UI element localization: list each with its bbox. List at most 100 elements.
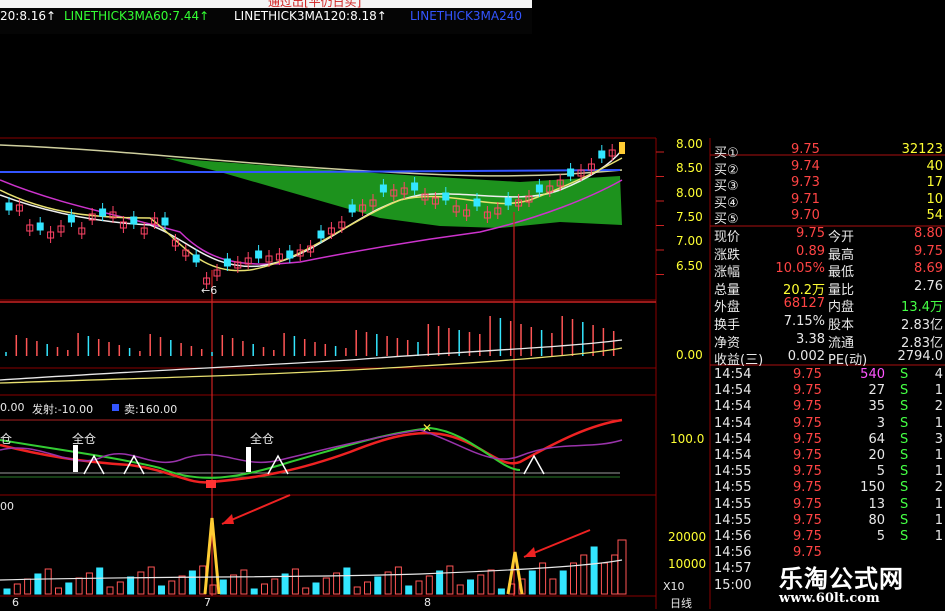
volume-ma	[0, 339, 623, 381]
bottom-bar	[147, 566, 155, 595]
tick-side: S	[900, 448, 909, 463]
tick-time: 14:54	[714, 448, 752, 463]
tick-count: 1	[934, 448, 943, 463]
tick-time: 14:56	[714, 529, 752, 544]
annotation-arrowhead	[524, 547, 536, 557]
tick-time: 14:55	[714, 464, 752, 480]
tick-volume: 64	[868, 431, 885, 447]
order-book-row[interactable]: 买⑤ 9.70 54	[656, 208, 945, 227]
quote-label: 总量	[714, 282, 741, 298]
candle-body	[36, 222, 44, 231]
candle-body	[161, 217, 169, 226]
candle-body	[130, 216, 138, 225]
order-book-row[interactable]: 买③ 9.73 17	[656, 175, 945, 194]
bottom-bar	[106, 586, 114, 595]
full-position-label: 仓	[0, 432, 13, 446]
bottom-bar	[168, 580, 176, 595]
tick-time: 14:54	[714, 367, 752, 382]
tick-time: 14:54	[714, 415, 752, 431]
ma240-label: LINETHICK3MA240	[410, 9, 523, 23]
tick-time: 14:55	[714, 512, 752, 528]
candle-body	[255, 250, 263, 259]
bottom-bar	[446, 565, 454, 595]
tick-side: S	[900, 464, 909, 480]
watermark: 乐淘公式网 www.60lt.com	[757, 557, 945, 609]
order-book-row[interactable]: 买① 9.75 32123	[656, 142, 945, 161]
quote-label: 外盘	[714, 300, 741, 316]
candle-body	[317, 230, 325, 239]
quote-label: 净资	[714, 335, 741, 351]
tick-time: 14:54	[714, 431, 752, 447]
bottom-bar	[24, 578, 32, 595]
bottom-bar	[65, 582, 73, 595]
tick-time: 14:54	[714, 399, 752, 415]
quote-value: 8.80	[914, 226, 943, 241]
bottom-bar	[158, 585, 165, 595]
tick-count: 3	[934, 431, 943, 447]
candle-body	[223, 258, 231, 267]
candle-body	[473, 198, 481, 207]
bottom-ma	[0, 559, 623, 581]
candle-body	[5, 202, 13, 211]
quote-value: 0.89	[796, 243, 825, 259]
bid-level-label: 买⑤	[714, 212, 739, 227]
x-axis-tick: 8	[424, 596, 431, 609]
tick-volume: 150	[860, 480, 885, 496]
bottom-bar	[600, 562, 608, 595]
bottom-bar	[322, 577, 330, 595]
candle-body	[411, 182, 419, 191]
tick-row: 14:55 9.75 5 S 1	[656, 464, 945, 481]
candle-body	[99, 208, 107, 217]
tick-row: 14:54 9.75 35 S 2	[656, 399, 945, 416]
order-book-row[interactable]: 买④ 9.71 10	[656, 191, 945, 211]
bid-quantity: 10	[926, 191, 943, 207]
tick-side: S	[900, 431, 909, 447]
bottom-bar	[394, 566, 402, 595]
tick-price: 9.75	[793, 367, 822, 382]
candle-body	[535, 184, 543, 193]
tick-side: S	[900, 383, 909, 399]
order-book-row[interactable]: 买② 9.74 40	[656, 158, 945, 178]
tick-price: 9.75	[793, 399, 822, 415]
buy-bar	[73, 445, 78, 472]
tick-side: S	[900, 399, 909, 415]
tick-count: 2	[934, 399, 943, 415]
bottom-header-value: 00	[0, 500, 14, 513]
bottom-bar	[137, 571, 145, 595]
signal-cross-icon: ✕	[422, 421, 432, 435]
bid-price: 9.70	[791, 208, 820, 223]
tick-volume: 27	[868, 383, 885, 399]
quote-value: 0.002	[787, 349, 825, 365]
quote-label: 股本	[828, 318, 855, 333]
bottom-bar	[559, 570, 567, 595]
watermark-name: 乐淘公式网	[779, 565, 904, 593]
tick-row: 14:55 9.75 150 S 2	[656, 480, 945, 497]
tick-row: 14:55 9.75 80 S 1	[656, 513, 945, 530]
tick-price: 9.75	[793, 496, 822, 512]
tick-count: 1	[934, 529, 943, 544]
signal-fire-label: 发射:-10.00	[32, 403, 94, 416]
tick-time: 15:00	[714, 577, 752, 593]
bottom-bar	[302, 587, 310, 595]
candle-body	[192, 254, 200, 263]
candle-body	[567, 168, 575, 177]
bid-price: 9.74	[791, 158, 820, 174]
quote-label: 流通	[828, 335, 855, 351]
bottom-bar	[230, 574, 238, 595]
bottom-bar	[291, 568, 299, 595]
bottom-bar	[127, 576, 135, 595]
bottom-bar	[364, 581, 371, 595]
bottom-bar	[240, 569, 248, 595]
full-position-label: 全仓	[72, 432, 97, 446]
low-price-marker: ←6	[201, 284, 218, 297]
tick-row: 14:56 9.75 5 S 1	[656, 529, 945, 546]
x-axis-tick: 7	[204, 596, 211, 609]
tick-price: 9.75	[793, 415, 822, 431]
quote-label: PE(动)	[828, 353, 868, 369]
quote-label: 现价	[714, 230, 741, 245]
tick-side: S	[900, 367, 909, 382]
quote-row: 净资 3.38 流通 2.83亿	[656, 332, 945, 351]
tick-time: 14:56	[714, 545, 752, 561]
bid-price: 9.71	[791, 191, 820, 207]
tick-row: 14:54 9.75 3 S 1	[656, 416, 945, 433]
